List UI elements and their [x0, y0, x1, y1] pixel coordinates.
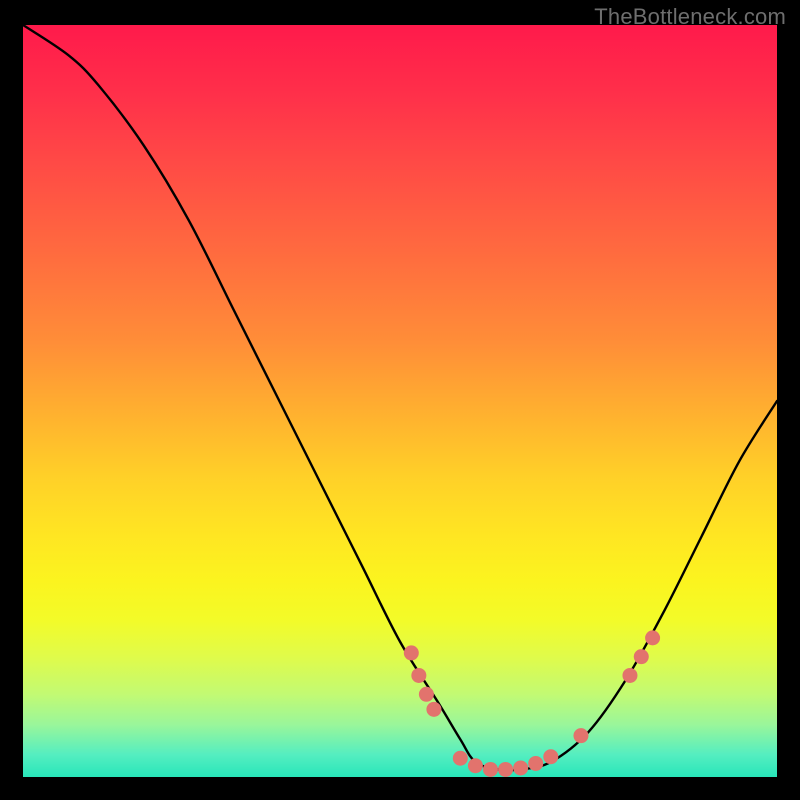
data-marker	[483, 762, 498, 777]
data-marker	[573, 728, 588, 743]
curve-layer	[23, 25, 777, 777]
data-marker	[528, 756, 543, 771]
data-marker	[634, 649, 649, 664]
data-marker	[543, 749, 558, 764]
data-marker	[419, 687, 434, 702]
data-marker	[513, 760, 528, 775]
watermark-text: TheBottleneck.com	[594, 4, 786, 30]
data-marker	[453, 751, 468, 766]
bottleneck-curve	[23, 25, 777, 770]
marker-group	[404, 630, 660, 777]
plot-area	[23, 25, 777, 777]
data-marker	[426, 702, 441, 717]
chart-frame: TheBottleneck.com	[0, 0, 800, 800]
data-marker	[411, 668, 426, 683]
data-marker	[498, 762, 513, 777]
data-marker	[468, 758, 483, 773]
data-marker	[645, 630, 660, 645]
data-marker	[622, 668, 637, 683]
data-marker	[404, 645, 419, 660]
